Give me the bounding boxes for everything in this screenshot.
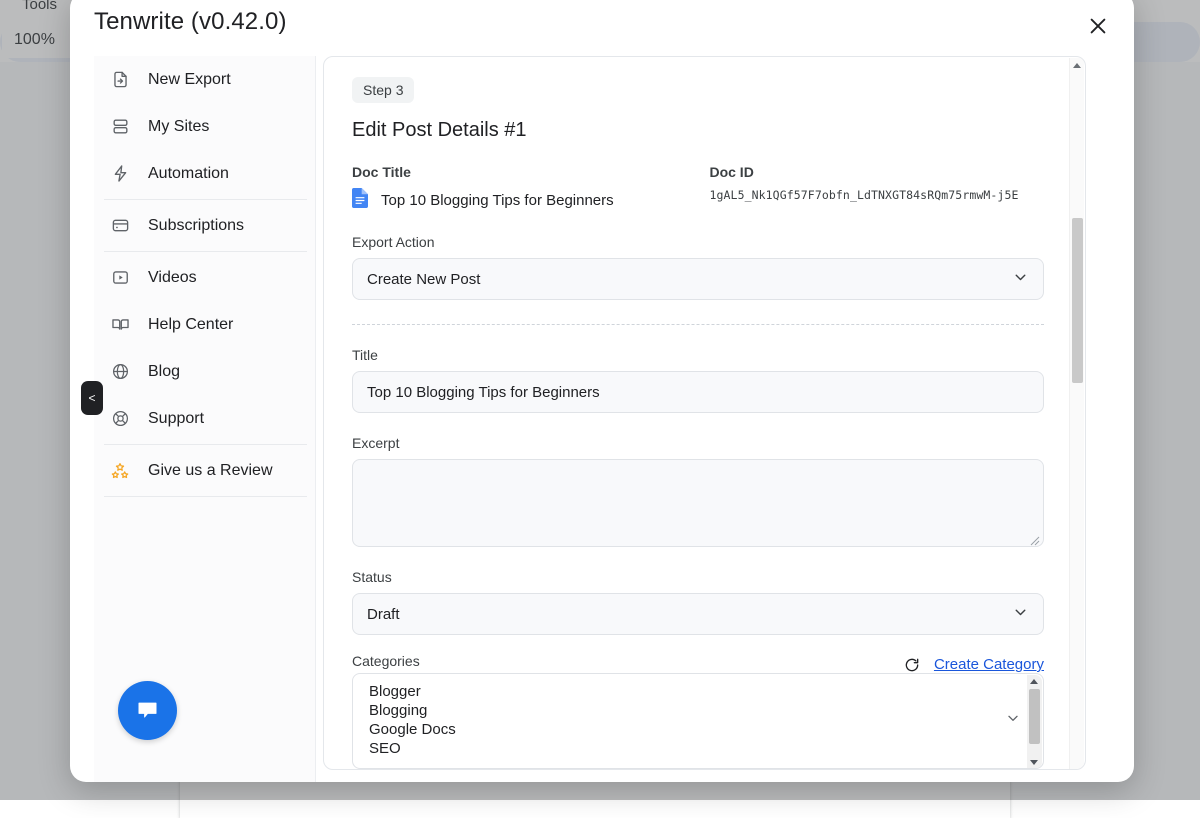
status-select[interactable]: Draft [352,593,1044,635]
chevron-left-icon: < [88,391,95,405]
sidebar-item-label: My Sites [148,118,209,136]
scroll-up-arrow-icon[interactable] [1073,63,1081,68]
categories-label: Categories [352,653,420,669]
excerpt-label: Excerpt [352,435,1044,451]
list-item[interactable]: Blogger [369,682,1043,701]
sidebar-item-automation[interactable]: Automation [94,150,315,197]
tenwrite-modal: Tenwrite (v0.42.0) < New Export [70,0,1134,782]
doc-title-value: Top 10 Blogging Tips for Beginners [381,192,614,209]
video-play-icon [108,266,132,290]
sidebar-item-label: Subscriptions [148,217,244,235]
excerpt-textarea[interactable] [352,459,1044,547]
sidebar-item-support[interactable]: Support [94,395,315,442]
globe-icon [108,360,132,384]
modal-header: Tenwrite (v0.42.0) [70,0,1134,56]
doc-info-row: Doc Title Top 10 Blogging Tips for Begin… [352,164,1044,212]
stacked-layers-icon [108,115,132,139]
post-details-form: Step 3 Edit Post Details #1 Doc Title [324,57,1070,769]
sidebar-item-help-center[interactable]: Help Center [94,301,315,348]
sidebar-item-label: Automation [148,165,229,183]
scrollbar-thumb[interactable] [1072,218,1083,383]
sidebar-divider [104,251,307,252]
sidebar-collapse-button[interactable]: < [81,381,103,415]
sidebar-item-subscriptions[interactable]: Subscriptions [94,202,315,249]
export-action-select[interactable]: Create New Post [352,258,1044,300]
panel-scrollbar[interactable] [1069,58,1084,770]
sidebar-item-label: Help Center [148,316,233,334]
resize-handle-icon[interactable] [1030,533,1040,543]
sidebar-item-label: Support [148,410,204,428]
page-title: Edit Post Details #1 [352,119,1044,142]
refresh-icon[interactable] [904,657,920,673]
title-input[interactable]: Top 10 Blogging Tips for Beginners [352,371,1044,413]
scroll-up-arrow-icon[interactable] [1030,679,1038,684]
chevron-down-icon [1005,710,1021,731]
status-value: Draft [367,606,400,623]
sidebar-item-my-sites[interactable]: My Sites [94,103,315,150]
doc-id-group: Doc ID 1gAL5_Nk1QGf57F7obfn_LdTNXGT84sRQ… [709,164,1044,212]
sidebar-item-blog[interactable]: Blog [94,348,315,395]
sidebar: < New Export My Sites [94,56,316,782]
chat-bubble-icon[interactable] [118,681,177,740]
sidebar-item-videos[interactable]: Videos [94,254,315,301]
list-item[interactable]: Google Docs [369,720,1043,739]
categories-header: Categories Create Category [352,653,1044,673]
create-category-link[interactable]: Create Category [934,656,1044,673]
chevron-down-icon [1012,269,1029,290]
sidebar-item-label: Blog [148,363,180,381]
modal-title: Tenwrite (v0.42.0) [94,8,287,36]
sidebar-item-label: Give us a Review [148,462,273,480]
post-details-panel: Step 3 Edit Post Details #1 Doc Title [323,56,1086,770]
title-value: Top 10 Blogging Tips for Beginners [367,384,600,401]
close-icon[interactable] [1082,10,1114,42]
credit-card-icon [108,214,132,238]
open-book-icon [108,313,132,337]
chevron-down-icon [1012,604,1029,625]
list-item[interactable]: Blogging [369,701,1043,720]
doc-title-value-row: Top 10 Blogging Tips for Beginners [352,188,709,212]
categories-actions: Create Category [904,656,1044,673]
export-action-label: Export Action [352,234,1044,250]
doc-title-group: Doc Title Top 10 Blogging Tips for Begin… [352,164,709,212]
file-export-icon [108,68,132,92]
sidebar-divider [104,496,307,497]
sidebar-item-new-export[interactable]: New Export [94,56,315,103]
google-docs-icon [352,188,369,212]
sidebar-item-label: Videos [148,269,197,287]
step-badge: Step 3 [352,77,414,103]
scroll-down-arrow-icon[interactable] [1030,760,1038,765]
stars-icon [108,459,132,483]
title-label: Title [352,347,1044,363]
doc-id-value: 1gAL5_Nk1QGf57F7obfn_LdTNXGT84sRQm75rmwM… [709,188,1044,202]
scrollbar-thumb[interactable] [1029,689,1040,744]
sidebar-divider [104,199,307,200]
doc-id-label: Doc ID [709,164,1044,180]
categories-scrollbar[interactable] [1027,675,1042,769]
categories-listbox[interactable]: Blogger Blogging Google Docs SEO [352,673,1044,769]
list-item[interactable]: SEO [369,739,1043,758]
lightning-bolt-icon [108,162,132,186]
status-label: Status [352,569,1044,585]
doc-title-label: Doc Title [352,164,709,180]
sidebar-item-give-us-a-review[interactable]: Give us a Review [94,447,315,494]
sidebar-divider [104,444,307,445]
export-action-value: Create New Post [367,271,480,288]
lifebuoy-icon [108,407,132,431]
sidebar-item-label: New Export [148,71,231,89]
